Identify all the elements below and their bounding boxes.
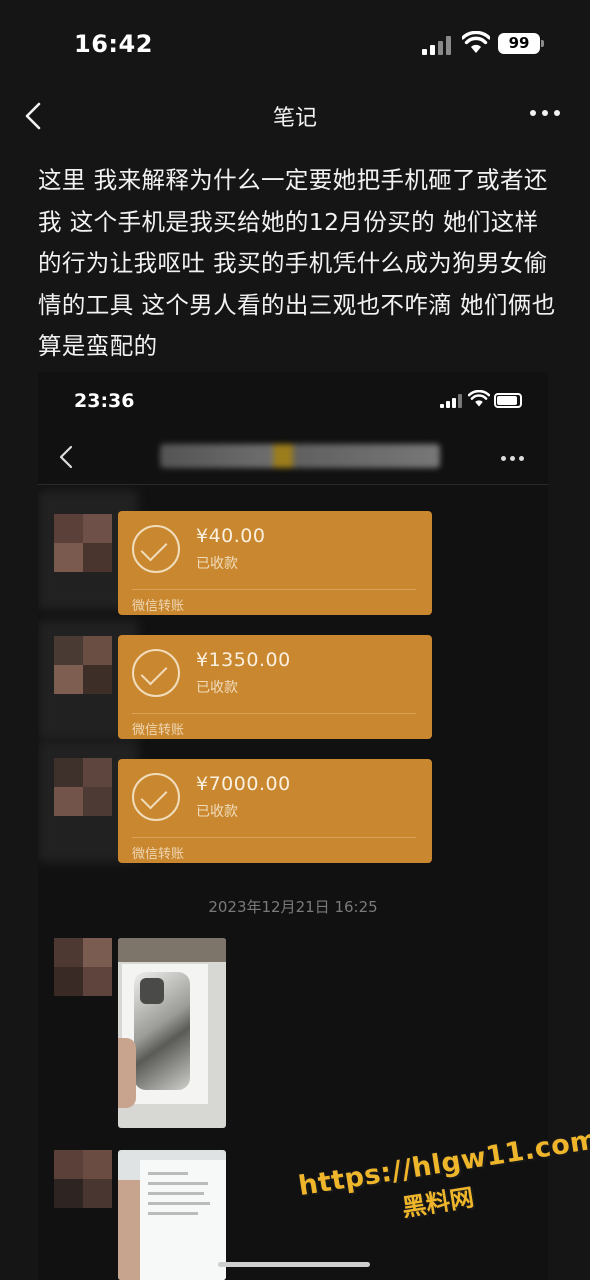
embedded-battery-icon xyxy=(494,393,522,408)
check-circle-icon xyxy=(132,773,180,821)
pixelated-avatar xyxy=(54,938,112,996)
transfer-amount: ¥40.00 xyxy=(196,525,266,547)
transfer-footer-label: 微信转账 xyxy=(132,599,185,614)
photo-phone-box[interactable] xyxy=(118,938,226,1128)
check-circle-icon xyxy=(132,525,180,573)
battery-icon: 99 xyxy=(498,33,540,54)
embedded-header-divider xyxy=(38,484,548,485)
photo-receipt[interactable] xyxy=(118,1150,226,1280)
transfer-amount: ¥7000.00 xyxy=(196,773,291,795)
transfer-divider xyxy=(132,713,416,714)
transfer-divider xyxy=(132,589,416,590)
transfer-divider xyxy=(132,837,416,838)
home-indicator[interactable] xyxy=(218,1262,370,1267)
embedded-signal-icon xyxy=(440,394,462,408)
transfer-footer-label: 微信转账 xyxy=(132,847,185,862)
transfer-status: 已收款 xyxy=(196,804,238,820)
page-title: 笔记 xyxy=(272,106,317,131)
transfer-amount: ¥1350.00 xyxy=(196,649,291,671)
transfer-bubble[interactable]: ¥40.00 已收款 微信转账 xyxy=(118,511,432,615)
pixelated-avatar xyxy=(54,514,112,572)
transfer-status: 已收款 xyxy=(196,680,238,696)
embedded-back-icon xyxy=(59,445,73,469)
transfer-bubble[interactable]: ¥1350.00 已收款 微信转账 xyxy=(118,635,432,739)
transfer-status: 已收款 xyxy=(196,556,238,572)
pixelated-avatar xyxy=(54,1150,112,1208)
more-options-button[interactable] xyxy=(530,110,564,122)
signal-icon xyxy=(422,35,452,55)
note-body-text: 这里 我来解释为什么一定要她把手机砸了或者还我 这个手机是我买给她的12月份买的… xyxy=(38,166,556,360)
status-bar: 16:42 99 xyxy=(0,0,590,88)
pixelated-avatar xyxy=(54,636,112,694)
battery-tip xyxy=(541,40,544,47)
chat-timestamp: 2023年12月21日 16:25 xyxy=(208,898,378,916)
transfer-footer-label: 微信转账 xyxy=(132,723,185,738)
embedded-wifi-icon xyxy=(468,390,490,407)
status-time: 16:42 xyxy=(74,30,153,58)
nav-header: 笔记 xyxy=(0,88,590,142)
wifi-icon xyxy=(462,31,490,53)
transfer-bubble[interactable]: ¥7000.00 已收款 微信转账 xyxy=(118,759,432,863)
check-circle-icon xyxy=(132,649,180,697)
embedded-more-icon xyxy=(501,456,525,462)
blurred-contact-name xyxy=(160,444,440,468)
embedded-status-time: 23:36 xyxy=(74,390,135,412)
pixelated-avatar xyxy=(54,758,112,816)
